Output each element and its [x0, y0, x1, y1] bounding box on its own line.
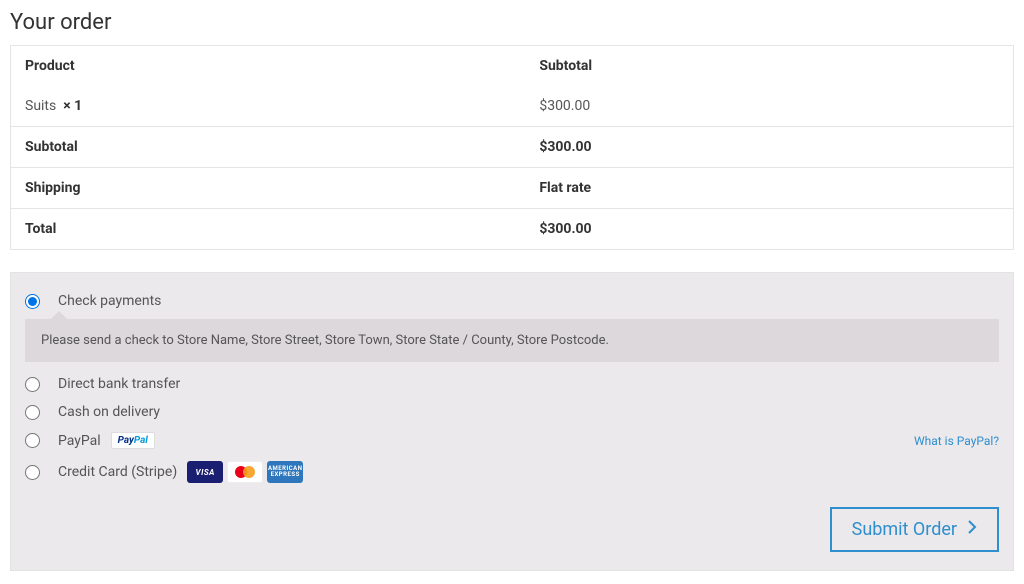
chevron-right-icon — [967, 519, 977, 540]
submit-order-label: Submit Order — [852, 519, 957, 540]
product-name: Suits — [25, 98, 56, 114]
subtotal-value: $300.00 — [525, 127, 1013, 168]
label-check-payments: Check payments — [58, 293, 161, 309]
product-qty-prefix: × — [63, 98, 70, 114]
payment-option-paypal[interactable]: PayPal PayPal What is PayPal? — [25, 426, 999, 455]
label-bank-transfer: Direct bank transfer — [58, 376, 180, 392]
label-stripe: Credit Card (Stripe) — [58, 464, 177, 480]
payment-option-cod[interactable]: Cash on delivery — [25, 398, 999, 426]
radio-check-payments[interactable] — [25, 294, 40, 309]
radio-cash-on-delivery[interactable] — [25, 405, 40, 420]
order-review-table: Product Subtotal Suits × 1 $300.00 Subto… — [10, 45, 1014, 250]
order-heading: Your order — [10, 10, 1014, 35]
total-label: Total — [11, 209, 526, 250]
label-cash-on-delivery: Cash on delivery — [58, 404, 160, 420]
radio-paypal[interactable] — [25, 433, 40, 448]
payment-option-bank[interactable]: Direct bank transfer — [25, 370, 999, 398]
col-subtotal: Subtotal — [525, 46, 1013, 87]
paypal-logo-icon: PayPal — [111, 432, 155, 449]
submit-order-button[interactable]: Submit Order — [830, 507, 999, 552]
subtotal-label: Subtotal — [11, 127, 526, 168]
radio-stripe[interactable] — [25, 465, 40, 480]
mastercard-icon — [227, 461, 263, 483]
visa-icon: VISA — [187, 461, 223, 483]
line-item-subtotal: $300.00 — [525, 86, 1013, 127]
payment-option-stripe[interactable]: Credit Card (Stripe) VISA AMERICANEXPRES… — [25, 455, 999, 489]
payment-methods-box: Check payments Please send a check to St… — [10, 272, 1014, 571]
label-paypal: PayPal — [58, 433, 101, 449]
shipping-value: Flat rate — [525, 168, 1013, 209]
total-value: $300.00 — [525, 209, 1013, 250]
product-qty: 1 — [74, 98, 82, 114]
amex-icon: AMERICANEXPRESS — [267, 461, 303, 483]
shipping-label: Shipping — [11, 168, 526, 209]
payment-option-check[interactable]: Check payments — [25, 287, 999, 315]
check-payments-description: Please send a check to Store Name, Store… — [25, 319, 999, 362]
line-item-row: Suits × 1 $300.00 — [11, 86, 1014, 127]
radio-bank-transfer[interactable] — [25, 377, 40, 392]
what-is-paypal-link[interactable]: What is PayPal? — [914, 434, 999, 448]
col-product: Product — [11, 46, 526, 87]
card-badges: VISA AMERICANEXPRESS — [187, 461, 303, 483]
